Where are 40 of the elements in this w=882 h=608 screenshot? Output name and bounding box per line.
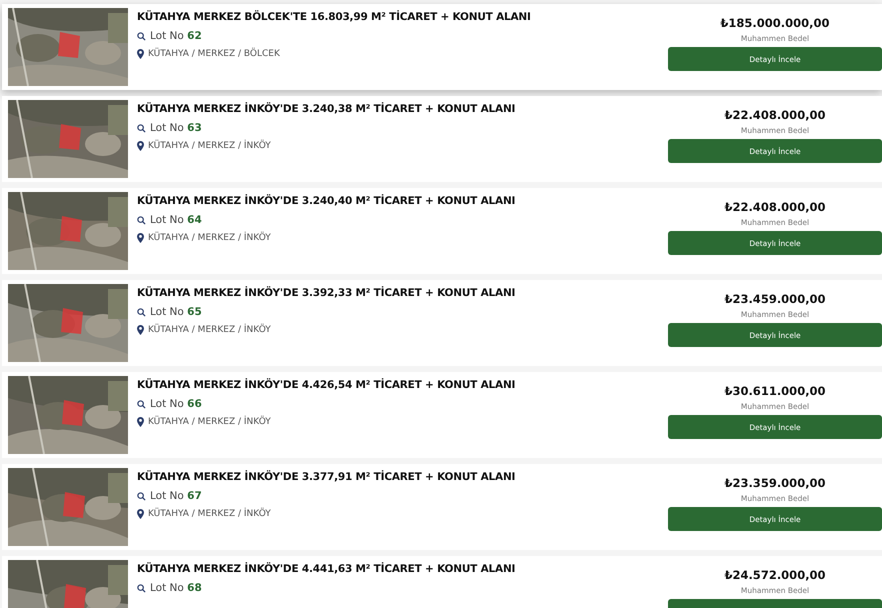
location-pin-icon	[137, 141, 144, 151]
search-icon	[137, 32, 146, 40]
location-pin-icon	[137, 49, 144, 59]
lot-number: Lot No 64	[150, 214, 202, 226]
search-icon	[137, 216, 146, 224]
lot-number: Lot No 66	[150, 398, 202, 410]
lot-number: Lot No 67	[150, 490, 202, 502]
lot-number: Lot No 65	[150, 306, 202, 318]
search-icon	[137, 308, 146, 316]
search-icon	[137, 584, 146, 592]
listing-title: KÜTAHYA MERKEZ İNKÖY'DE 3.377,91 M² TİCARET + KONUT ALANI	[137, 471, 516, 483]
location-text: KÜTAHYA / MERKEZ / İNKÖY	[148, 509, 271, 519]
listing-title: KÜTAHYA MERKEZ BÖLCEK'TE 16.803,99 M² TİCARET + KONUT ALANI	[137, 11, 532, 23]
search-icon	[137, 400, 146, 408]
price: ₺23.359.000,00	[724, 476, 826, 490]
lot-number: Lot No 68	[150, 582, 202, 594]
price: ₺185.000.000,00	[720, 16, 830, 30]
listing-title: KÜTAHYA MERKEZ İNKÖY'DE 3.392,33 M² TİCARET + KONUT ALANI	[137, 287, 516, 299]
listing-title: KÜTAHYA MERKEZ İNKÖY'DE 3.240,38 M² TİCARET + KONUT ALANI	[137, 103, 516, 115]
listing-title: KÜTAHYA MERKEZ İNKÖY'DE 4.441,63 M² TİCARET + KONUT ALANI	[137, 563, 516, 575]
price: ₺30.611.000,00	[724, 384, 826, 398]
price: ₺22.408.000,00	[724, 200, 826, 214]
search-icon	[137, 124, 146, 132]
listing-title: KÜTAHYA MERKEZ İNKÖY'DE 3.240,40 M² TİCARET + KONUT ALANI	[137, 195, 516, 207]
location-pin-icon	[137, 417, 144, 427]
location-pin-icon	[137, 509, 144, 519]
price: ₺24.572.000,00	[724, 568, 826, 582]
location-text: KÜTAHYA / MERKEZ / İNKÖY	[148, 233, 271, 243]
location-pin-icon	[137, 325, 144, 335]
location-text: KÜTAHYA / MERKEZ / İNKÖY	[148, 417, 271, 427]
location-pin-icon	[137, 233, 144, 243]
location-text: KÜTAHYA / MERKEZ / İNKÖY	[148, 141, 271, 151]
location-text: KÜTAHYA / MERKEZ / İNKÖY	[148, 325, 271, 335]
listing-title: KÜTAHYA MERKEZ İNKÖY'DE 4.426,54 M² TİCARET + KONUT ALANI	[137, 379, 516, 391]
search-icon	[137, 492, 146, 500]
lot-number: Lot No 62	[150, 30, 202, 42]
price: ₺22.408.000,00	[724, 108, 826, 122]
price: ₺23.459.000,00	[724, 292, 826, 306]
location-text: KÜTAHYA / MERKEZ / BÖLCEK	[148, 49, 280, 59]
lot-number: Lot No 63	[150, 122, 202, 134]
